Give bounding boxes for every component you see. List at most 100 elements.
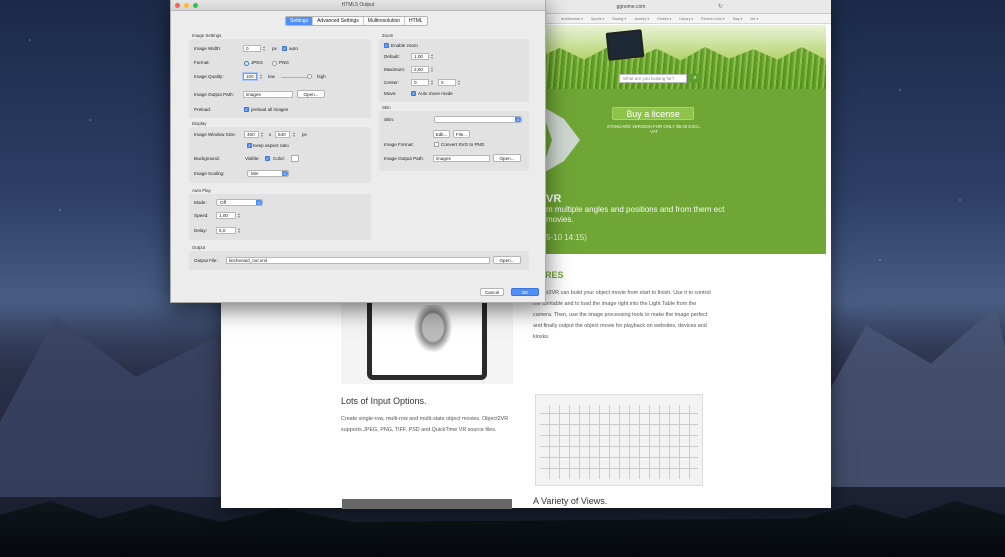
zoom-center-y-stepper[interactable]: ▲ ▼: [457, 79, 461, 86]
license-price-text: STANDARD VERSION FOR ONLY $9.00 EXCL. VA…: [606, 124, 702, 134]
preload-label: Preload:: [194, 107, 212, 112]
enable-zoom-checkbox[interactable]: ✓: [384, 43, 389, 48]
bookmark-item[interactable]: Jewelry ▾: [634, 17, 649, 21]
format-png-radio[interactable]: [272, 61, 277, 66]
skin-select[interactable]: ⇕: [434, 116, 522, 123]
image-output-path-input[interactable]: images: [243, 91, 293, 98]
image-quality-label: Image Quality:: [194, 74, 224, 79]
hero-text: m multiple angles and positions and from…: [546, 205, 725, 224]
color-label: Color:: [273, 156, 286, 161]
image-window-size-label: Image Window Size:: [194, 132, 236, 137]
delay-input[interactable]: 5,0: [216, 227, 236, 234]
auto-move-checkbox[interactable]: ✓: [411, 91, 416, 96]
section-image: [342, 499, 512, 509]
window-height-input[interactable]: 640: [275, 131, 290, 138]
enable-zoom-label: Enable zoom: [391, 43, 418, 48]
group-label-auto-play: Auto Play: [192, 188, 211, 193]
format-jpeg-radio[interactable]: [244, 61, 249, 66]
tab-settings[interactable]: Settings: [286, 17, 314, 25]
zoom-center-x-input[interactable]: 0: [411, 79, 429, 86]
autoplay-mode-select[interactable]: Off ⇕: [216, 199, 263, 206]
window-width-stepper[interactable]: ▲ ▼: [260, 131, 264, 138]
close-icon[interactable]: [175, 3, 180, 8]
image-output-path-label: Image Output Path:: [194, 92, 234, 97]
zoom-center-x-stepper[interactable]: ▲ ▼: [430, 79, 434, 86]
keep-aspect-checkbox[interactable]: ✓: [247, 143, 252, 148]
tab-advanced-settings[interactable]: Advanced Settings: [313, 17, 364, 25]
bookmark-item[interactable]: Sports ▾: [591, 17, 604, 21]
group-label-image-settings: Image Settings: [192, 33, 222, 38]
visible-checkbox[interactable]: ✓: [265, 156, 270, 161]
preload-value-label: preload all images: [251, 107, 289, 112]
features-body: Object2VR can build your object movie fr…: [533, 290, 711, 340]
image-output-open-button[interactable]: Open...: [297, 90, 325, 98]
quality-slider-knob[interactable]: [307, 74, 312, 79]
output-file-open-button[interactable]: Open...: [493, 256, 521, 264]
image-quality-input[interactable]: 100: [243, 73, 257, 80]
window-size-x: x: [269, 132, 272, 137]
auto-checkbox[interactable]: ✓: [282, 46, 287, 51]
minimize-icon[interactable]: [184, 3, 189, 8]
zoom-center-y-input[interactable]: 0: [438, 79, 456, 86]
zoom-default-input[interactable]: 1,00: [411, 53, 429, 60]
convert-svg-checkbox[interactable]: [434, 142, 439, 147]
search-icon[interactable]: ⌕: [690, 74, 700, 83]
hero-graphic: [546, 105, 580, 175]
image-width-label: Image Width:: [194, 46, 222, 51]
ok-button[interactable]: OK: [511, 288, 539, 296]
zoom-maximum-input[interactable]: 2,00: [411, 66, 429, 73]
speed-input[interactable]: 1,00: [216, 212, 236, 219]
bookmark-item[interactable]: Recent Links ▾: [701, 17, 725, 21]
features-section: TURES Object2VR can build your object mo…: [533, 270, 711, 506]
reload-icon[interactable]: ↻: [718, 3, 723, 10]
group-label-skin: Skin: [382, 105, 391, 110]
site-search-input[interactable]: What are you looking for?: [619, 74, 687, 83]
section-body: Create single-row, multi-row and multi-s…: [341, 416, 509, 433]
speed-stepper[interactable]: ▲ ▼: [237, 212, 241, 219]
bookmark-item[interactable]: Globes ▾: [657, 17, 671, 21]
image-width-stepper[interactable]: ▲ ▼: [262, 45, 266, 52]
quality-high-label: high: [317, 74, 326, 79]
auto-label: auto: [289, 46, 298, 51]
preload-checkbox[interactable]: ✓: [244, 107, 249, 112]
delay-label: Delay:: [194, 228, 208, 233]
cancel-button[interactable]: Cancel: [480, 288, 504, 296]
bookmark-item[interactable]: Racing ▾: [612, 17, 626, 21]
skin-image-format-label: Image Format:: [384, 142, 414, 147]
skin-edit-button[interactable]: Edit...: [433, 130, 450, 138]
skin-output-path-input[interactable]: images: [433, 155, 490, 162]
output-file-input[interactable]: kitchenaid_out.xml: [226, 257, 490, 264]
image-width-input[interactable]: 0: [243, 45, 261, 52]
zoom-default-stepper[interactable]: ▲ ▼: [430, 53, 434, 60]
keep-aspect-label: Keep aspect ratio: [253, 143, 289, 148]
image-quality-stepper[interactable]: ▲ ▼: [259, 73, 263, 80]
bookmark-item[interactable]: Map ▾: [733, 17, 743, 21]
tab-multiresolution[interactable]: Multiresolution: [364, 17, 406, 25]
zoom-icon[interactable]: [193, 3, 198, 8]
image-scaling-select[interactable]: Min ⇕: [247, 170, 289, 177]
skin-file-button[interactable]: File...: [453, 130, 470, 138]
bookmark-item[interactable]: Me ▾: [751, 17, 759, 21]
address-bar[interactable]: ggnome.com: [531, 2, 731, 12]
format-png-label: PNG: [279, 60, 289, 65]
buy-license-button[interactable]: Buy a license: [612, 107, 694, 120]
window-size-unit: px: [302, 132, 307, 137]
zoom-center-label: Center:: [384, 80, 400, 85]
light-table-screenshot: [535, 394, 703, 486]
zoom-maximum-stepper[interactable]: ▲ ▼: [430, 66, 434, 73]
skin-output-open-button[interactable]: Open...: [493, 154, 521, 162]
mode-label: Mode:: [194, 200, 207, 205]
window-height-stepper[interactable]: ▲ ▼: [292, 131, 296, 138]
image-width-unit: px: [272, 46, 277, 51]
window-width-input[interactable]: 460: [244, 131, 259, 138]
tab-html[interactable]: HTML: [405, 17, 427, 25]
html5-output-dialog: HTML5 Output Settings Advanced Settings …: [170, 0, 546, 303]
zoom-move-label: Move:: [384, 91, 397, 96]
background-color-swatch[interactable]: [291, 155, 299, 162]
delay-stepper[interactable]: ▲ ▼: [237, 227, 241, 234]
format-jpeg-label: JPEG: [251, 60, 263, 65]
skin-output-path-label: Image Output Path:: [384, 156, 424, 161]
bookmark-item[interactable]: Library ▾: [679, 17, 693, 21]
bookmark-item[interactable]: Architecture ▾: [561, 17, 583, 21]
views-title: A Variety of Views.: [533, 496, 608, 506]
